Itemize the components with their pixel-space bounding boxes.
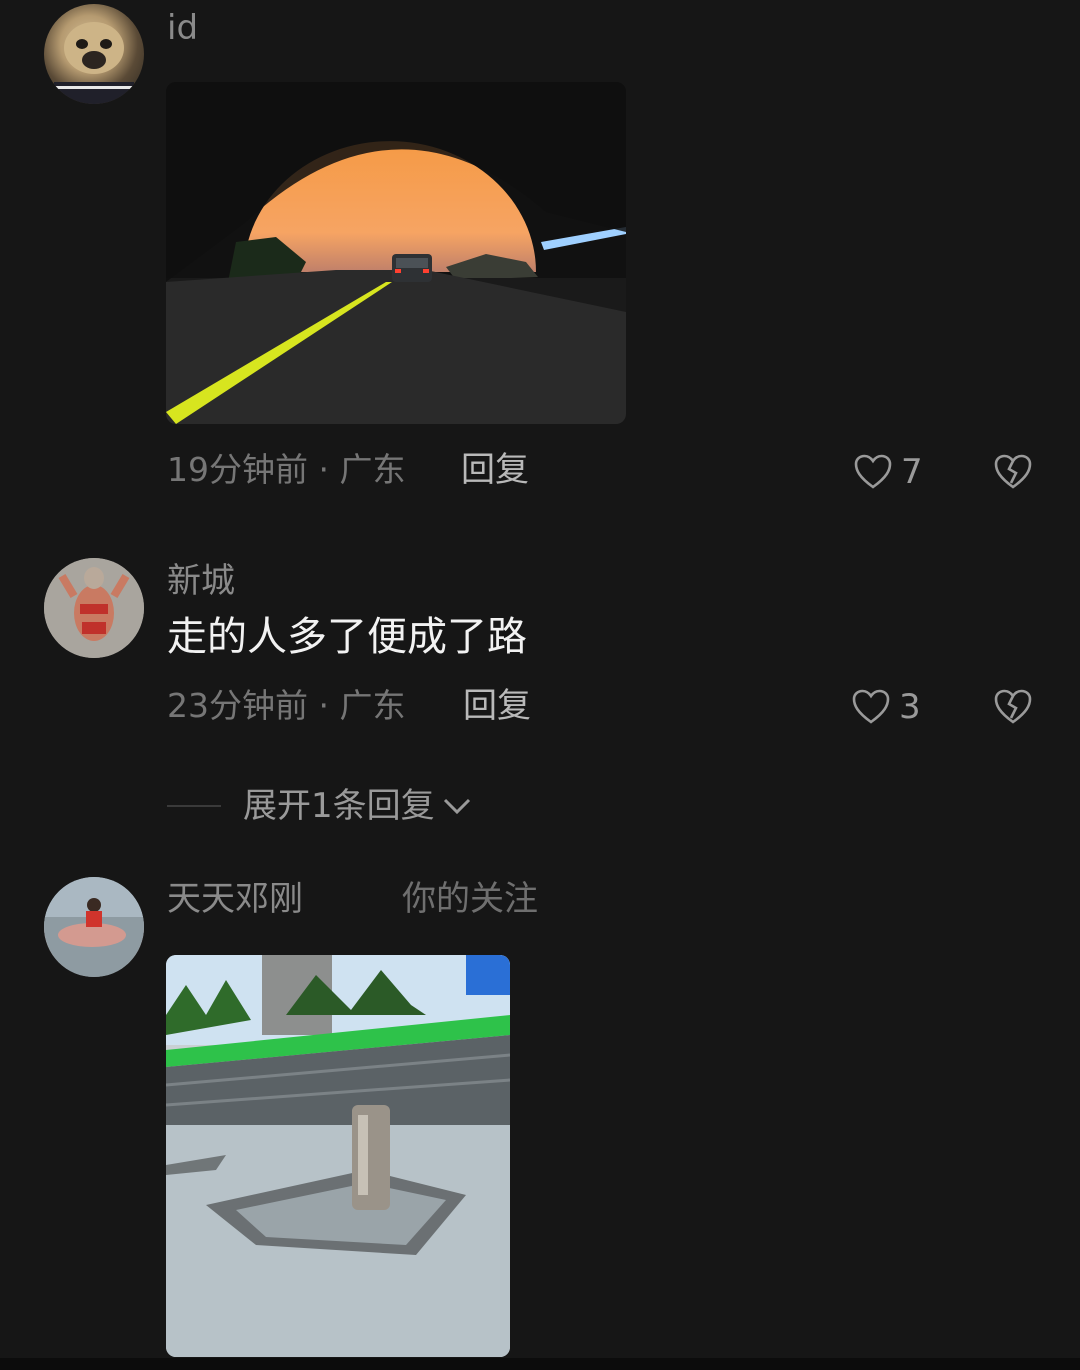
comments-list: id 19分钟前 · 广东 回复 7 新城 走的人多了便成了路 23分钟前 · …: [0, 0, 1080, 1370]
username[interactable]: 天天邓刚: [167, 879, 303, 919]
avatar[interactable]: [44, 877, 144, 977]
bottom-edge: [0, 1358, 1080, 1370]
comment-image[interactable]: [166, 955, 510, 1357]
following-tag: 你的关注: [402, 879, 538, 919]
comment-item: 天天邓刚 你的关注: [0, 0, 1080, 1370]
